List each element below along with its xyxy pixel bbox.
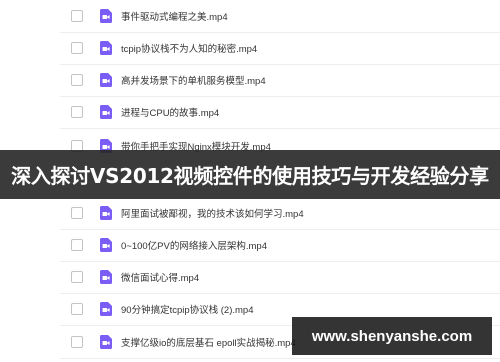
checkbox[interactable] (71, 106, 83, 118)
checkbox[interactable] (71, 336, 83, 348)
file-name[interactable]: 高并发场景下的单机服务模型.mp4 (121, 73, 266, 87)
file-name[interactable]: 支撑亿级io的底层基石 epoll实战揭秘.mp4 (121, 335, 296, 349)
video-file-icon (100, 238, 112, 252)
checkbox[interactable] (71, 10, 83, 22)
checkbox[interactable] (71, 74, 83, 86)
banner-title: 深入探讨VS2012视频控件的使用技巧与开发经验分享 (11, 164, 489, 188)
title-banner: 深入探讨VS2012视频控件的使用技巧与开发经验分享 (0, 150, 500, 199)
video-file-icon (100, 105, 112, 119)
list-item[interactable]: 0~100亿PV的网络接入层架构.mp4 (60, 229, 500, 262)
video-file-icon (100, 270, 112, 284)
video-file-icon (100, 9, 112, 23)
file-name[interactable]: 事件驱动式编程之美.mp4 (121, 9, 228, 23)
checkbox[interactable] (71, 271, 83, 283)
list-item[interactable]: 阿里面试被鄙视，我的技术该如何学习.mp4 (60, 197, 500, 230)
list-item[interactable]: 微信面试心得.mp4 (60, 261, 500, 294)
file-name[interactable]: 90分钟搞定tcpip协议栈 (2).mp4 (121, 302, 254, 316)
video-file-icon (100, 335, 112, 349)
file-name[interactable]: 微信面试心得.mp4 (121, 270, 199, 284)
checkbox[interactable] (71, 303, 83, 315)
file-name[interactable]: 进程与CPU的故事.mp4 (121, 105, 219, 119)
checkbox[interactable] (71, 239, 83, 251)
video-file-icon (100, 41, 112, 55)
list-item[interactable]: 进程与CPU的故事.mp4 (60, 96, 500, 129)
video-file-icon (100, 206, 112, 220)
list-item[interactable]: 事件驱动式编程之美.mp4 (60, 0, 500, 33)
watermark-text: www.shenyanshe.com (311, 327, 473, 345)
file-name[interactable]: tcpip协议栈不为人知的秘密.mp4 (121, 41, 257, 55)
list-item[interactable]: tcpip协议栈不为人知的秘密.mp4 (60, 32, 500, 65)
video-file-icon (100, 73, 112, 87)
checkbox[interactable] (71, 207, 83, 219)
list-item[interactable]: 高并发场景下的单机服务模型.mp4 (60, 64, 500, 97)
file-name[interactable]: 阿里面试被鄙视，我的技术该如何学习.mp4 (121, 206, 304, 220)
video-file-icon (100, 302, 112, 316)
file-name[interactable]: 0~100亿PV的网络接入层架构.mp4 (121, 238, 267, 252)
watermark: www.shenyanshe.com (292, 317, 492, 355)
checkbox[interactable] (71, 42, 83, 54)
